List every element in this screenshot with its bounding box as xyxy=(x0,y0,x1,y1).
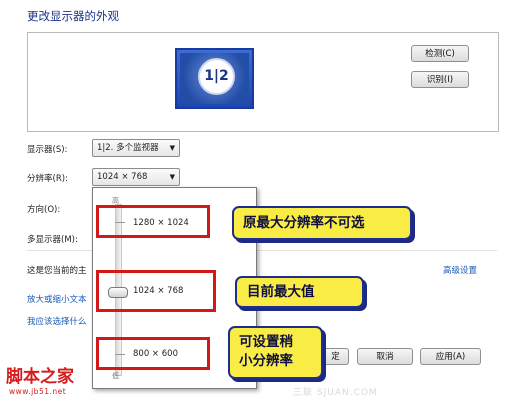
cancel-button[interactable]: 取消 xyxy=(357,348,413,365)
display-select-value: 1|2. 多个监视器 xyxy=(97,143,159,153)
watermark-faint: 三联 SJUAN.COM xyxy=(293,388,378,398)
chevron-down-icon: ▼ xyxy=(169,144,175,152)
monitor-number-badge: 1|2 xyxy=(198,58,235,95)
page-title: 更改显示器的外观 xyxy=(27,9,119,23)
detect-button[interactable]: 检测(C) xyxy=(411,45,469,62)
display-preview-panel: 1|2 检测(C) 识别(I) xyxy=(27,32,499,132)
watermark-logo: 脚本之家 xyxy=(6,367,74,387)
watermark-url: www.jb51.net xyxy=(9,387,67,396)
monitor-icon[interactable]: 1|2 xyxy=(175,48,254,109)
callout-current-max: 目前最大值 xyxy=(235,276,364,308)
resolution-select[interactable]: 1024 × 768 ▼ xyxy=(92,168,180,186)
annotation-box-max-resolution xyxy=(96,205,210,238)
resolution-select-value: 1024 × 768 xyxy=(97,172,148,182)
which-settings-link[interactable]: 我应该选择什么 xyxy=(27,315,87,327)
annotation-box-current-resolution xyxy=(96,270,216,312)
callout-line: 可设置稍 xyxy=(239,334,293,350)
advanced-settings-link[interactable]: 高级设置 xyxy=(443,264,477,276)
display-label: 显示器(S): xyxy=(27,145,68,155)
multi-display-label: 多显示器(M): xyxy=(27,235,78,245)
callout-can-set-smaller: 可设置稍 小分辨率 xyxy=(228,326,323,379)
identify-button[interactable]: 识别(I) xyxy=(411,71,469,88)
annotation-box-min-resolution xyxy=(96,337,210,370)
callout-line: 小分辨率 xyxy=(239,353,293,369)
display-select[interactable]: 1|2. 多个监视器 ▼ xyxy=(92,139,180,157)
ok-button[interactable]: 定 xyxy=(322,348,349,365)
chevron-down-icon: ▼ xyxy=(169,173,175,181)
monitor-screen: 1|2 xyxy=(180,53,249,104)
text-size-link[interactable]: 放大或缩小文本 xyxy=(27,293,87,305)
main-display-text: 这是您当前的主 xyxy=(27,266,87,276)
slider-low-label: 低 xyxy=(112,372,119,380)
callout-max-res-not-selectable: 原最大分辨率不可选 xyxy=(232,206,412,240)
orientation-label: 方向(O): xyxy=(27,205,61,215)
resolution-label: 分辨率(R): xyxy=(27,174,68,184)
apply-button[interactable]: 应用(A) xyxy=(420,348,481,365)
